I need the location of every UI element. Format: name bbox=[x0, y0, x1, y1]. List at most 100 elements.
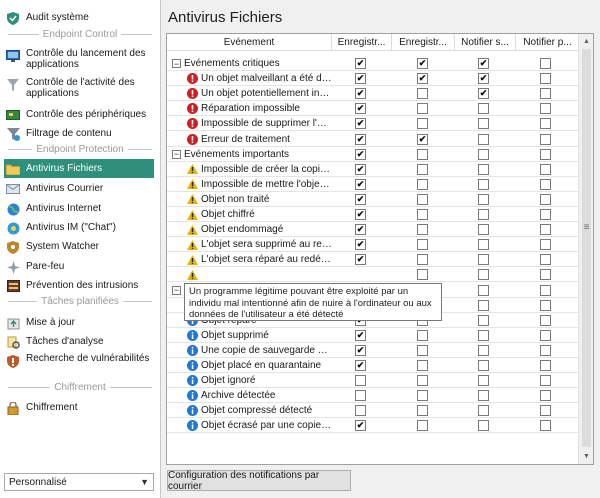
checkbox-col-3[interactable] bbox=[478, 103, 489, 115]
profile-select[interactable]: Personnalisé ▼ bbox=[4, 473, 154, 491]
checkbox-col-3[interactable]: ✔ bbox=[478, 58, 489, 69]
checkbox-col-3[interactable] bbox=[478, 209, 489, 220]
group-row[interactable]: − Evénements importants ✔ bbox=[167, 147, 579, 162]
checkbox-col-2[interactable] bbox=[417, 193, 428, 205]
checkbox-col-4[interactable] bbox=[540, 118, 551, 130]
checkbox-col-4[interactable] bbox=[540, 284, 551, 296]
checkbox-col-3[interactable] bbox=[478, 329, 489, 341]
col-header-notifier-1[interactable]: Notifier s... bbox=[455, 34, 516, 51]
group-row[interactable]: − Evénements critiques ✔ ✔ ✔ bbox=[167, 56, 579, 71]
checkbox-col-2[interactable] bbox=[417, 329, 428, 341]
checkbox-col-3[interactable]: ✔ bbox=[478, 73, 489, 85]
checkbox-col-2[interactable] bbox=[417, 209, 428, 220]
sidebar-item-mise-a-jour[interactable]: Mise à jour bbox=[6, 315, 154, 330]
event-row[interactable]: Un objet malveillant a été dé... ✔ ✔ ✔ bbox=[167, 71, 579, 87]
checkbox-col-3[interactable] bbox=[478, 178, 489, 190]
notification-settings-button[interactable]: Configuration des notifications par cour… bbox=[167, 470, 351, 492]
event-row[interactable]: Objet supprimé ✔ bbox=[167, 328, 579, 343]
checkbox-col-3[interactable] bbox=[478, 405, 489, 417]
checkbox-col-1[interactable]: ✔ bbox=[355, 360, 366, 371]
event-row[interactable]: L'objet sera réparé au redém... ✔ bbox=[167, 252, 579, 268]
sidebar-item-chiffrement[interactable]: Chiffrement bbox=[6, 400, 154, 415]
checkbox-col-3[interactable] bbox=[478, 118, 489, 130]
checkbox-col-1[interactable]: ✔ bbox=[355, 163, 366, 175]
checkbox-col-3[interactable] bbox=[478, 193, 489, 205]
col-header-enregistrer-1[interactable]: Enregistr... bbox=[332, 34, 392, 51]
checkbox-col-4[interactable] bbox=[540, 239, 551, 251]
event-row[interactable]: Impossible de supprimer l'objet ✔ bbox=[167, 116, 579, 132]
collapse-icon[interactable]: − bbox=[172, 149, 181, 159]
sidebar-item-vulnerability-scan[interactable]: Recherche de vulnérabilités bbox=[6, 353, 154, 368]
sidebar-item-device-control[interactable]: Contrôle des périphériques bbox=[6, 107, 154, 122]
checkbox-col-2[interactable] bbox=[417, 344, 428, 356]
checkbox-col-3[interactable] bbox=[478, 360, 489, 371]
checkbox-col-4[interactable] bbox=[540, 73, 551, 85]
checkbox-col-3[interactable] bbox=[478, 344, 489, 356]
checkbox-col-1[interactable] bbox=[355, 390, 366, 402]
checkbox-col-2[interactable] bbox=[417, 88, 428, 100]
checkbox-col-2[interactable]: ✔ bbox=[417, 133, 428, 145]
sidebar-item-antivirus-internet[interactable]: Antivirus Internet bbox=[6, 201, 154, 216]
checkbox-col-2[interactable] bbox=[417, 254, 428, 266]
sidebar-item-audit-systeme[interactable]: Audit système bbox=[6, 10, 154, 25]
checkbox-col-3[interactable] bbox=[478, 163, 489, 175]
checkbox-col-1[interactable]: ✔ bbox=[355, 118, 366, 130]
checkbox-col-1[interactable]: ✔ bbox=[355, 329, 366, 341]
checkbox-col-3[interactable] bbox=[478, 269, 489, 281]
checkbox-col-4[interactable] bbox=[540, 344, 551, 356]
event-row[interactable]: Objet ignoré bbox=[167, 373, 579, 389]
checkbox-col-2[interactable] bbox=[417, 405, 428, 417]
checkbox-col-1[interactable]: ✔ bbox=[355, 73, 366, 85]
event-row[interactable]: Une copie de sauvegarde de ... ✔ bbox=[167, 343, 579, 358]
checkbox-col-3[interactable] bbox=[478, 284, 489, 296]
checkbox-col-4[interactable] bbox=[540, 314, 551, 326]
event-row[interactable]: Objet écrasé par une copie r... ✔ bbox=[167, 418, 579, 434]
checkbox-col-2[interactable] bbox=[417, 390, 428, 402]
checkbox-col-4[interactable] bbox=[540, 375, 551, 387]
event-row[interactable] bbox=[167, 267, 579, 283]
checkbox-col-4[interactable] bbox=[540, 299, 551, 311]
sidebar-item-antivirus-im[interactable]: Antivirus IM ("Chat") bbox=[6, 220, 154, 235]
event-row[interactable]: Impossible de créer la copie ... ✔ bbox=[167, 162, 579, 177]
checkbox-col-2[interactable]: ✔ bbox=[417, 58, 428, 69]
col-header-notifier-2[interactable]: Notifier p... bbox=[516, 34, 579, 51]
sidebar-item-antivirus-courrier[interactable]: Antivirus Courrier bbox=[6, 181, 154, 196]
vertical-scrollbar[interactable]: ▲ ≡ ▼ bbox=[578, 34, 593, 464]
sidebar-item-content-filtering[interactable]: Filtrage de contenu bbox=[6, 126, 154, 141]
checkbox-col-2[interactable] bbox=[417, 420, 428, 432]
checkbox-col-1[interactable]: ✔ bbox=[355, 193, 366, 205]
checkbox-col-4[interactable] bbox=[540, 103, 551, 115]
checkbox-col-1[interactable]: ✔ bbox=[355, 344, 366, 356]
checkbox-col-4[interactable] bbox=[540, 254, 551, 266]
event-row[interactable]: Erreur de traitement ✔ ✔ bbox=[167, 132, 579, 147]
checkbox-col-3[interactable] bbox=[478, 420, 489, 432]
checkbox-col-3[interactable] bbox=[478, 299, 489, 311]
checkbox-col-3[interactable] bbox=[478, 239, 489, 251]
checkbox-col-3[interactable] bbox=[478, 254, 489, 266]
checkbox-col-2[interactable] bbox=[417, 148, 428, 160]
event-row[interactable]: Impossible de mettre l'objet ... ✔ bbox=[167, 177, 579, 192]
checkbox-col-4[interactable] bbox=[540, 163, 551, 175]
scrollbar-thumb[interactable] bbox=[582, 49, 591, 447]
checkbox-col-4[interactable] bbox=[540, 420, 551, 432]
checkbox-col-2[interactable] bbox=[417, 375, 428, 387]
checkbox-col-4[interactable] bbox=[540, 360, 551, 371]
col-header-evenement[interactable]: Evénement bbox=[167, 34, 332, 51]
checkbox-col-4[interactable] bbox=[540, 148, 551, 160]
checkbox-col-3[interactable] bbox=[478, 148, 489, 160]
checkbox-col-2[interactable] bbox=[417, 269, 428, 281]
checkbox-col-1[interactable]: ✔ bbox=[355, 209, 366, 220]
checkbox-col-4[interactable] bbox=[540, 329, 551, 341]
checkbox-col-4[interactable] bbox=[540, 405, 551, 417]
checkbox-col-2[interactable] bbox=[417, 239, 428, 251]
sidebar-item-taches-analyse[interactable]: Tâches d'analyse bbox=[6, 334, 154, 349]
checkbox-col-2[interactable] bbox=[417, 360, 428, 371]
checkbox-col-2[interactable]: ✔ bbox=[417, 73, 428, 85]
checkbox-col-3[interactable]: ✔ bbox=[478, 88, 489, 100]
checkbox-col-1[interactable]: ✔ bbox=[355, 103, 366, 115]
event-row[interactable]: Objet compressé détecté bbox=[167, 403, 579, 419]
checkbox-col-4[interactable] bbox=[540, 390, 551, 402]
event-row[interactable]: Objet chiffré ✔ bbox=[167, 207, 579, 222]
checkbox-col-4[interactable] bbox=[540, 133, 551, 145]
checkbox-col-3[interactable] bbox=[478, 390, 489, 402]
